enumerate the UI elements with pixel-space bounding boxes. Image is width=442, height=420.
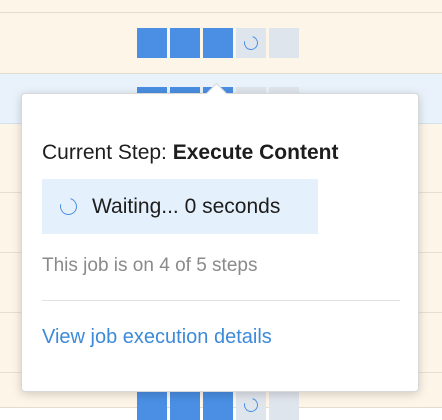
step-pending <box>269 390 299 420</box>
current-step-value: Execute Content <box>172 141 339 164</box>
spinner-icon <box>241 395 261 415</box>
current-step: Current Step: Execute Content <box>42 141 338 165</box>
step-done <box>170 28 200 58</box>
job-status-popover: Current Step: Execute Content Waiting...… <box>21 93 419 392</box>
table-row <box>0 0 442 13</box>
waiting-status-text: Waiting... 0 seconds <box>92 194 281 218</box>
step-running <box>236 28 266 58</box>
step-done <box>137 390 167 420</box>
step-done <box>203 28 233 58</box>
waiting-status: Waiting... 0 seconds <box>42 179 318 234</box>
job-step-progress[interactable] <box>137 390 299 420</box>
job-step-progress[interactable] <box>137 28 299 58</box>
view-job-details-link[interactable]: View job execution details <box>42 326 272 349</box>
step-pending <box>269 28 299 58</box>
spinner-icon <box>241 33 261 53</box>
step-running <box>236 390 266 420</box>
current-step-label: Current Step: <box>42 141 167 164</box>
divider <box>42 300 400 301</box>
step-done <box>137 28 167 58</box>
step-done <box>203 390 233 420</box>
spinner-icon <box>56 194 81 219</box>
step-progress-text: This job is on 4 of 5 steps <box>42 255 258 276</box>
step-done <box>170 390 200 420</box>
